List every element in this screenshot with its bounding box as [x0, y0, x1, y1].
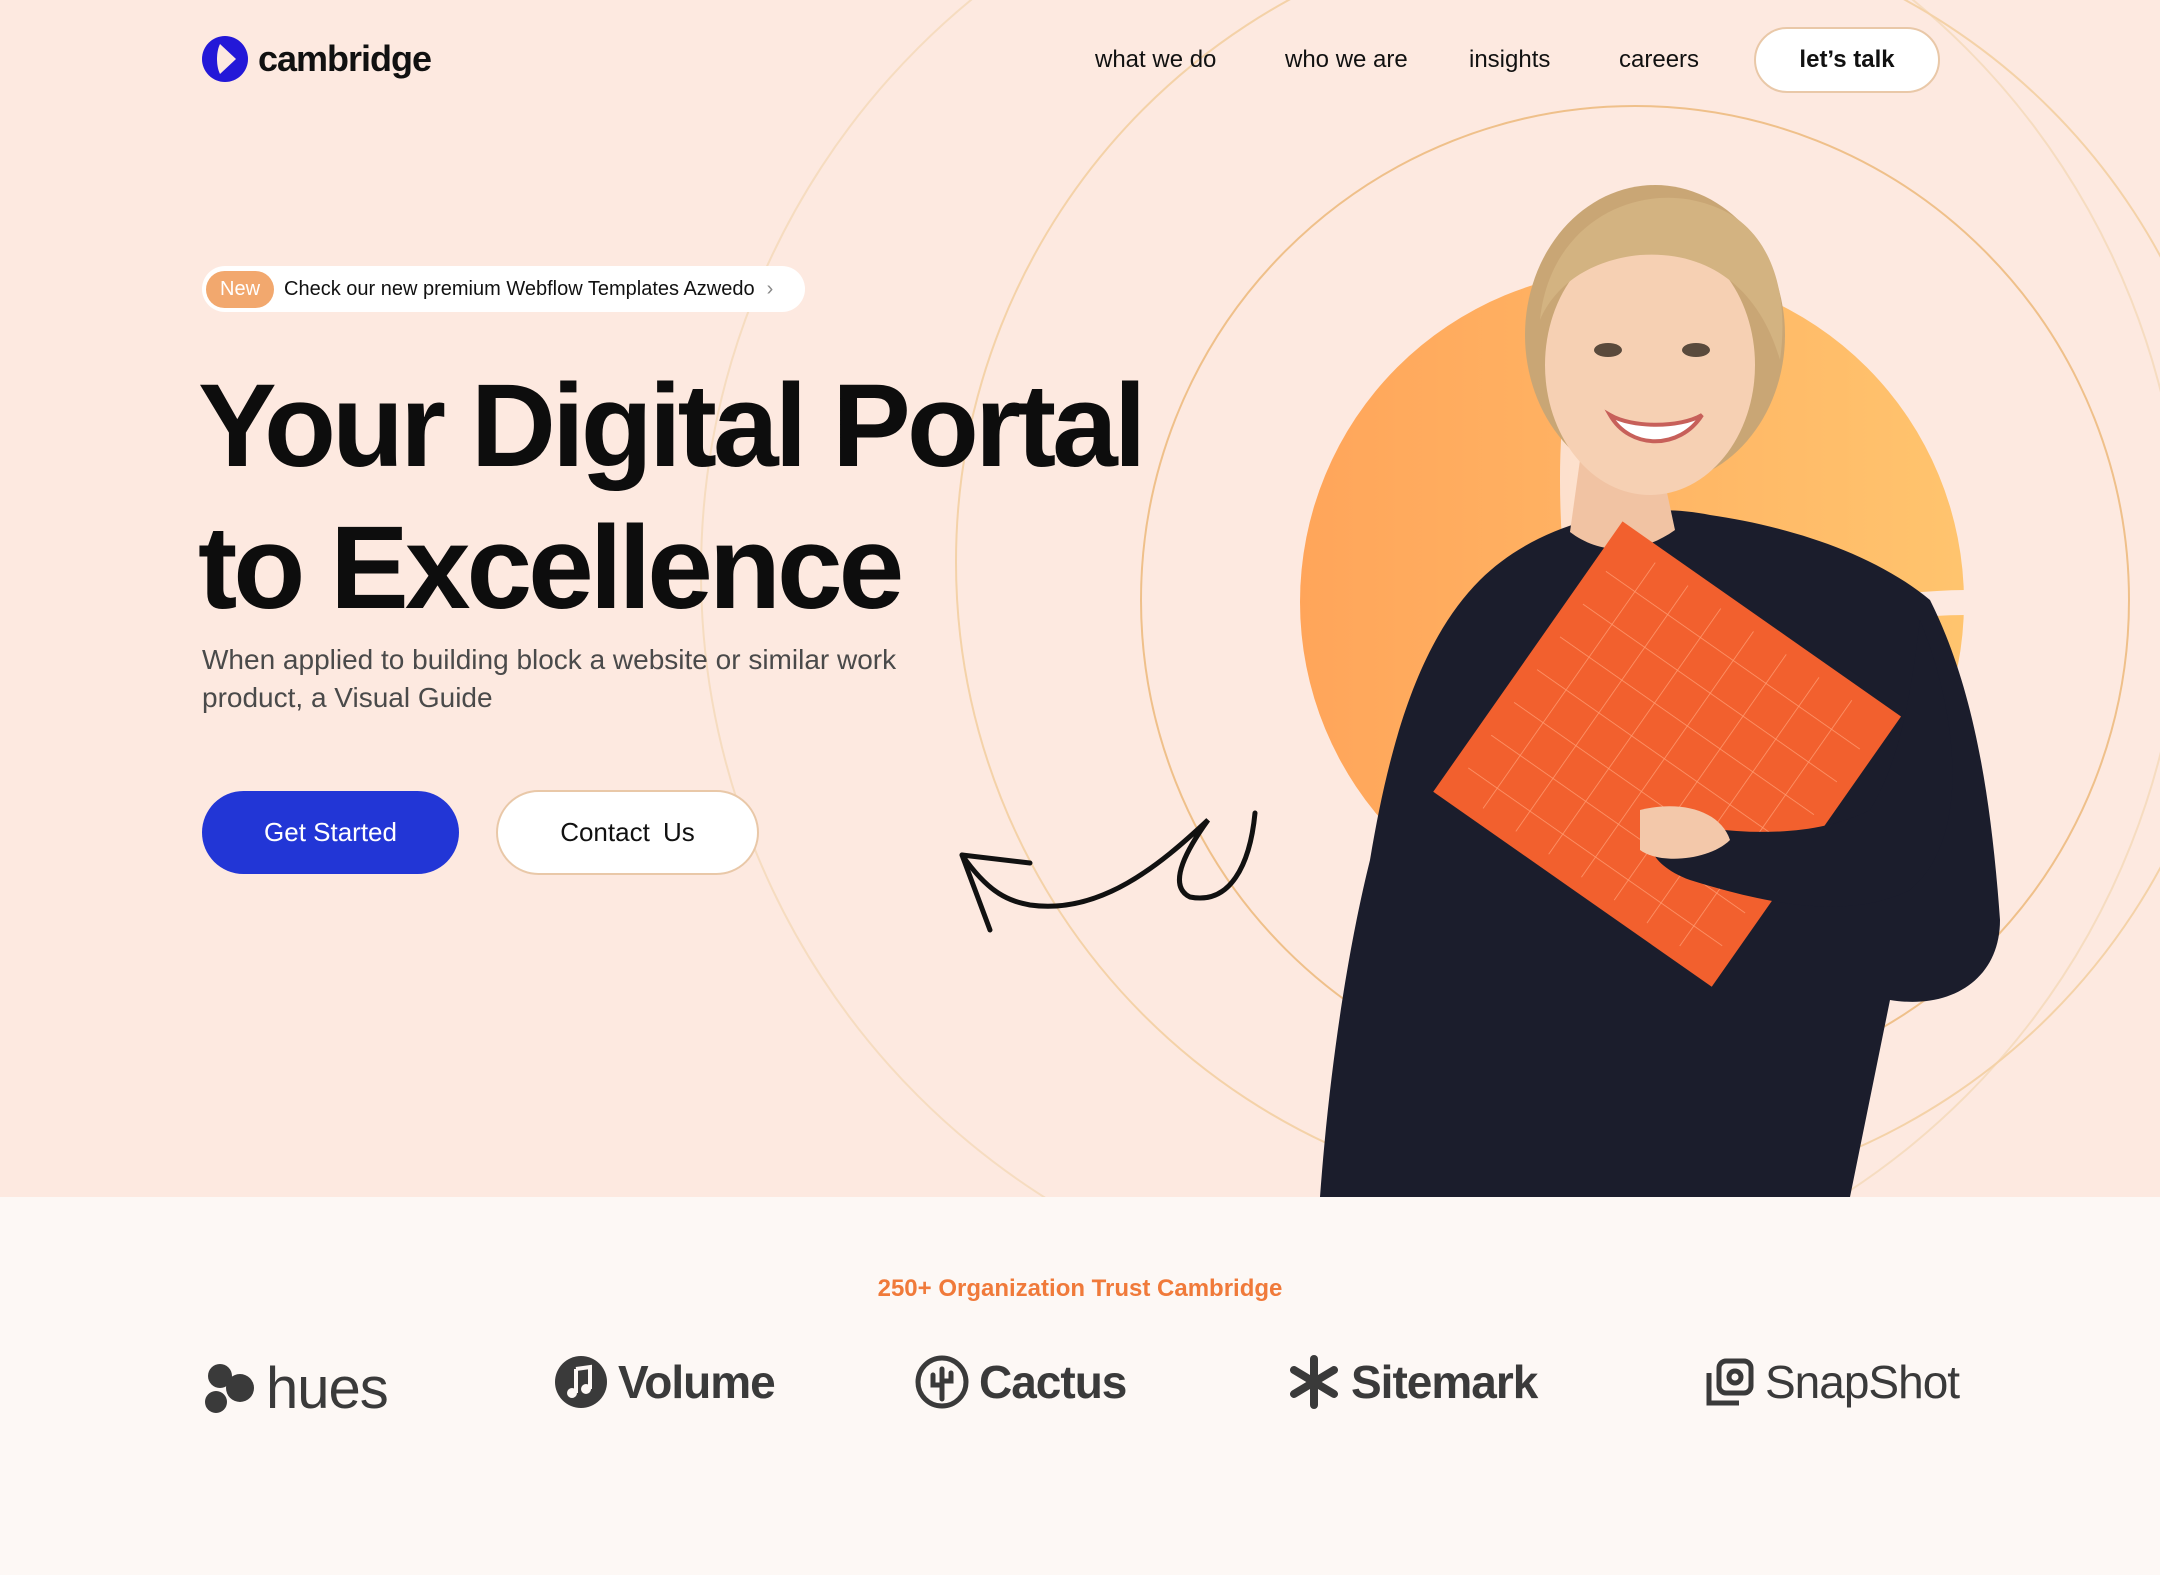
- nav-link-what-we-do[interactable]: what we do: [1095, 46, 1216, 74]
- partner-name: Volume: [618, 1356, 776, 1408]
- hero-person-image: [1320, 185, 2000, 1197]
- new-pill: New: [206, 270, 275, 308]
- hero-headline: Your Digital Portal to Excellence: [198, 355, 1198, 639]
- partner-name: Sitemark: [1351, 1356, 1538, 1408]
- partner-name: hues: [266, 1356, 389, 1421]
- nav-link-who-we-are[interactable]: who we are: [1285, 46, 1408, 74]
- partner-logo-volume: Volume: [554, 1355, 776, 1409]
- headline-line-1: Your Digital Portal: [198, 360, 1147, 492]
- lets-talk-button[interactable]: let’s talk: [1754, 27, 1940, 93]
- hero-subtitle: When applied to building block a website…: [202, 644, 897, 713]
- partner-logo-sitemark: Sitemark: [1287, 1355, 1538, 1409]
- snapshot-icon: [1706, 1358, 1754, 1406]
- cactus-icon: [915, 1355, 969, 1409]
- cambridge-logo-icon: [202, 36, 248, 82]
- announcement-badge[interactable]: New Check our new premium Webflow Templa…: [202, 266, 805, 312]
- partner-name: Cactus: [979, 1356, 1127, 1408]
- brand-name: cambridge: [258, 38, 432, 79]
- hues-blob-icon: [205, 1363, 254, 1413]
- partner-logo-cactus: Cactus: [915, 1355, 1127, 1409]
- music-note-icon: [555, 1356, 607, 1408]
- headline-line-2: to Excellence: [198, 502, 904, 634]
- partner-logo-hues: hues: [202, 1355, 389, 1422]
- get-started-button[interactable]: Get Started: [202, 791, 459, 874]
- curly-arrow-icon: [959, 810, 1258, 933]
- nav-link-careers[interactable]: careers: [1619, 46, 1699, 74]
- nav-link-insights[interactable]: insights: [1469, 46, 1550, 74]
- announcement-text: Check our new premium Webflow Templates …: [284, 277, 755, 300]
- partner-name: SnapShot: [1765, 1356, 1960, 1408]
- chevron-right-icon: ›: [766, 277, 774, 300]
- hero-section: cambridge what we do who we are insights…: [0, 0, 2160, 1197]
- trust-heading: 250+ Organization Trust Cambridge: [877, 1275, 1283, 1302]
- partner-logo-snapshot: SnapShot: [1705, 1355, 1960, 1409]
- contact-us-button[interactable]: Contact Us: [496, 790, 759, 875]
- brand-logo[interactable]: cambridge: [202, 36, 432, 82]
- asterisk-icon: [1290, 1355, 1338, 1409]
